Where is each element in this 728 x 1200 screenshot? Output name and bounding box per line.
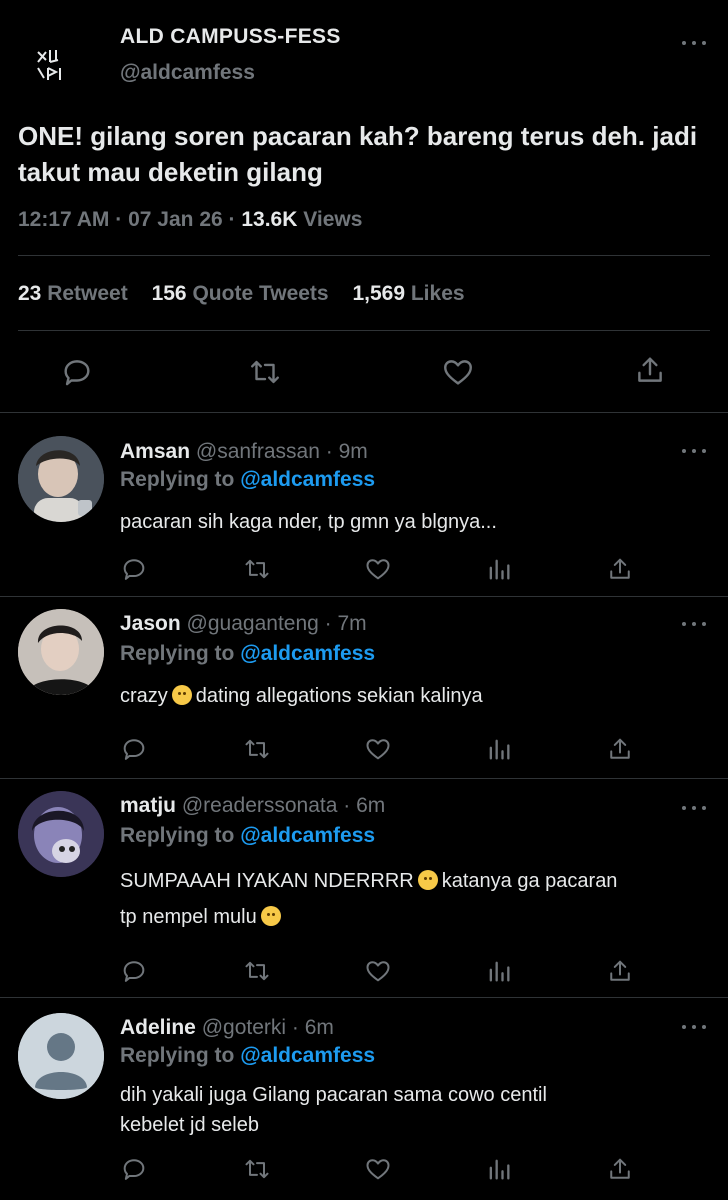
replying-to-label: Replying to xyxy=(120,824,235,847)
views-count: 13.6K xyxy=(241,208,298,231)
like-icon[interactable] xyxy=(364,1155,392,1183)
replying-to-label: Replying to xyxy=(120,642,235,665)
tweet-stats: 23 Retweet 156 Quote Tweets 1,569 Likes xyxy=(18,282,483,306)
reply-text: SUMPAAAH IYAKAN NDERRRR katanya ga pacara… xyxy=(120,863,720,935)
share-icon[interactable] xyxy=(606,555,634,583)
reply-author-handle[interactable]: @goterki xyxy=(202,1016,286,1039)
more-options-icon[interactable] xyxy=(682,1022,706,1032)
retweet-icon[interactable] xyxy=(243,735,271,763)
analytics-icon[interactable] xyxy=(485,1155,513,1183)
reply-author-handle[interactable]: @readerssonata xyxy=(182,794,338,817)
views-label: Views xyxy=(303,208,363,231)
replying-to: Replying to @aldcamfess xyxy=(120,468,375,492)
reply-text-part: tp nempel mulu xyxy=(120,906,257,928)
reply-time[interactable]: 7m xyxy=(338,612,367,635)
reply-text-part: katanya ga pacaran xyxy=(441,870,618,892)
analytics-icon[interactable] xyxy=(485,555,513,583)
author-name[interactable]: ALD CAMPUSS-FESS xyxy=(120,25,341,49)
likes-label[interactable]: Likes xyxy=(411,282,465,305)
reply-author-name[interactable]: Jason xyxy=(120,612,181,635)
reply-text-part: dating allegations sekian kalinya xyxy=(195,685,483,707)
like-icon[interactable] xyxy=(441,355,475,389)
reply-author-name[interactable]: matju xyxy=(120,794,176,817)
share-icon[interactable] xyxy=(606,957,634,985)
replying-to-handle[interactable]: @aldcamfess xyxy=(240,642,375,665)
tweet-text: ONE! gilang soren pacaran kah? bareng te… xyxy=(18,121,698,187)
pensive-emoji-icon xyxy=(260,906,281,926)
reply-icon[interactable] xyxy=(120,555,148,583)
replying-to-handle[interactable]: @aldcamfess xyxy=(240,468,375,491)
retweet-icon[interactable] xyxy=(248,355,282,389)
author-handle[interactable]: @aldcamfess xyxy=(120,61,255,85)
like-icon[interactable] xyxy=(364,957,392,985)
reply-text-part: crazy xyxy=(120,685,168,707)
reply-text: dih yakali juga Gilang pacaran sama cowo… xyxy=(120,1080,720,1140)
tweet-date[interactable]: 07 Jan 26 xyxy=(128,208,223,231)
reply-icon[interactable] xyxy=(120,957,148,985)
reply-icon[interactable] xyxy=(120,735,148,763)
quote-label[interactable]: Quote Tweets xyxy=(192,282,328,305)
retweet-icon[interactable] xyxy=(243,555,271,583)
avatar[interactable] xyxy=(18,436,104,522)
replying-to: Replying to @aldcamfess xyxy=(120,824,375,848)
like-icon[interactable] xyxy=(364,735,392,763)
reply-icon[interactable] xyxy=(120,1155,148,1183)
laughing-emoji-icon xyxy=(171,685,192,705)
reply-time[interactable]: 6m xyxy=(356,794,385,817)
share-icon[interactable] xyxy=(606,1155,634,1183)
quote-count[interactable]: 156 xyxy=(152,282,187,305)
reply-tweet[interactable]: Adeline @goterki · 6m Replying to @aldca… xyxy=(0,998,728,1200)
more-options-icon[interactable] xyxy=(682,446,706,456)
reply-tweet[interactable]: Jason @guaganteng · 7m Replying to @aldc… xyxy=(0,597,728,778)
replying-to-label: Replying to xyxy=(120,468,235,491)
ald-logo-icon xyxy=(37,50,61,80)
reply-text-part: dih yakali juga Gilang pacaran sama cowo… xyxy=(120,1084,547,1106)
reply-tweet[interactable]: matju @readerssonata · 6m Replying to @a… xyxy=(0,779,728,997)
divider xyxy=(18,330,710,331)
share-icon[interactable] xyxy=(606,735,634,763)
reply-author-name[interactable]: Amsan xyxy=(120,440,190,463)
more-options-icon[interactable] xyxy=(682,619,706,629)
analytics-icon[interactable] xyxy=(485,957,513,985)
reply-tweet[interactable]: Amsan @sanfrassan · 9m Replying to @aldc… xyxy=(0,413,728,596)
replying-to-label: Replying to xyxy=(120,1044,235,1067)
replying-to-handle[interactable]: @aldcamfess xyxy=(240,1044,375,1067)
avatar[interactable] xyxy=(18,609,104,695)
retweet-icon[interactable] xyxy=(243,1155,271,1183)
pleading-emoji-icon xyxy=(417,870,438,890)
tweet-meta: 12:17 AM · 07 Jan 26 · 13.6K Views xyxy=(18,208,363,231)
reply-author-handle[interactable]: @sanfrassan xyxy=(196,440,320,463)
avatar[interactable] xyxy=(18,791,104,877)
reply-author-handle[interactable]: @guaganteng xyxy=(187,612,319,635)
reply-author-name[interactable]: Adeline xyxy=(120,1016,196,1039)
replying-to: Replying to @aldcamfess xyxy=(120,642,375,666)
reply-text: crazy dating allegations sekian kalinya xyxy=(120,681,720,711)
share-icon[interactable] xyxy=(633,353,667,387)
reply-text: pacaran sih kaga nder, tp gmn ya blgnya.… xyxy=(120,511,497,533)
reply-time[interactable]: 6m xyxy=(305,1016,334,1039)
retweet-label[interactable]: Retweet xyxy=(47,282,128,305)
divider xyxy=(18,255,710,256)
replying-to: Replying to @aldcamfess xyxy=(120,1044,375,1068)
more-options-icon[interactable] xyxy=(682,38,706,48)
analytics-icon[interactable] xyxy=(485,735,513,763)
retweet-icon[interactable] xyxy=(243,957,271,985)
like-icon[interactable] xyxy=(364,555,392,583)
retweet-count[interactable]: 23 xyxy=(18,282,41,305)
reply-text-part: kebelet jd seleb xyxy=(120,1114,259,1136)
likes-count[interactable]: 1,569 xyxy=(352,282,405,305)
reply-icon[interactable] xyxy=(60,355,94,389)
author-avatar[interactable] xyxy=(24,38,76,90)
reply-text-part: SUMPAAAH IYAKAN NDERRRR xyxy=(120,870,414,892)
reply-time[interactable]: 9m xyxy=(339,440,368,463)
tweet-time[interactable]: 12:17 AM xyxy=(18,208,109,231)
replying-to-handle[interactable]: @aldcamfess xyxy=(240,824,375,847)
avatar[interactable] xyxy=(18,1013,104,1099)
more-options-icon[interactable] xyxy=(682,803,706,813)
